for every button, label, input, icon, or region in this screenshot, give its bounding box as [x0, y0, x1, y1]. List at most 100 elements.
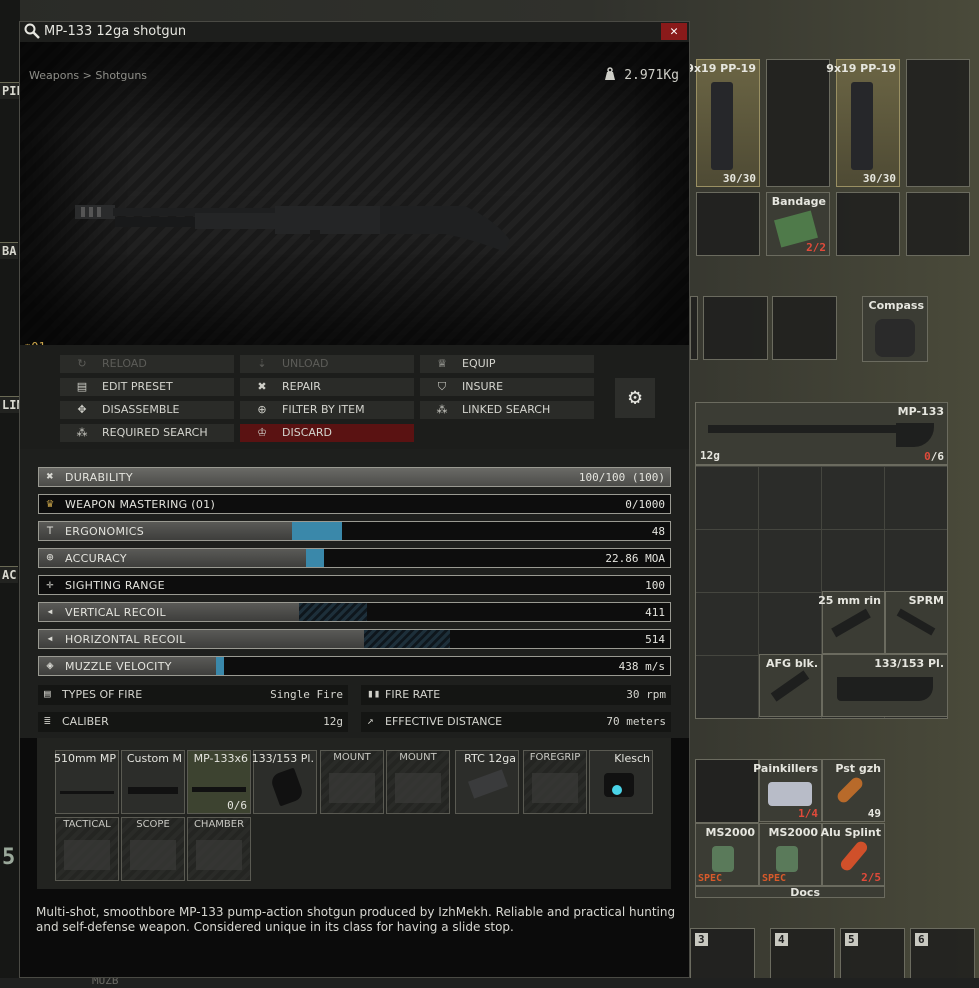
mod-slot-magazine[interactable]: MP-133x6 0/6 — [187, 750, 251, 814]
mod-slots-panel: 510mm MP Custom M MP-133x6 0/6 133/153 P… — [37, 738, 671, 889]
item-name: Compass — [868, 299, 924, 312]
rig-item[interactable]: 133/153 Pl. — [822, 654, 948, 717]
close-button[interactable]: ✕ — [661, 23, 687, 40]
disassemble-button[interactable]: ✥ DISASSEMBLE — [60, 401, 234, 419]
item-count: 49 — [867, 807, 881, 820]
mod-name: MOUNT — [333, 752, 371, 763]
stat-label: VERTICAL RECOIL — [65, 606, 166, 619]
mod-slot-mount[interactable]: MOUNT — [386, 750, 450, 814]
magazine-item[interactable]: 9x19 PP-19 30/30 — [826, 59, 900, 187]
mod-slot-forend[interactable]: Custom M — [121, 750, 185, 814]
prop-caliber: ≣ CALIBER 12g — [38, 712, 348, 732]
inventory-cell[interactable] — [906, 59, 970, 187]
action-label: REQUIRED SEARCH — [102, 426, 208, 439]
mod-name: MOUNT — [399, 752, 437, 763]
modding-button[interactable]: ⚙ — [615, 378, 655, 418]
mod-slot-mount[interactable]: MOUNT — [320, 750, 384, 814]
crosshair-icon: ⊕ — [46, 550, 54, 564]
repair-button[interactable]: ✖ REPAIR — [240, 378, 414, 396]
item-name: Docs — [790, 886, 820, 898]
inventory-cell[interactable] — [766, 59, 830, 187]
unload-button[interactable]: ⇣ UNLOAD — [240, 355, 414, 373]
item-shape — [831, 608, 871, 638]
discard-icon: ♔ — [257, 426, 267, 439]
item-name: MP-133 — [897, 405, 944, 418]
shield-icon: ⛉ — [437, 380, 447, 393]
flashlight-lens — [612, 785, 622, 795]
stat-bonus-bar — [216, 657, 224, 675]
mod-name: 133/153 Pl. — [251, 752, 314, 765]
mod-slot-muzzle[interactable]: RTC 12ga — [455, 750, 519, 814]
inventory-cell[interactable] — [772, 296, 837, 360]
action-label: DISCARD — [282, 426, 333, 439]
inventory-cell[interactable] — [696, 192, 760, 256]
mod-name: TACTICAL — [63, 819, 111, 830]
inventory-cell[interactable] — [695, 759, 759, 823]
bg-tag: AC — [0, 566, 19, 583]
mod-name: CHAMBER — [193, 819, 245, 830]
stat-value: 514 — [645, 633, 665, 646]
pocket-item[interactable]: Painkillers 1/4 — [753, 759, 822, 822]
mod-name: 510mm MP — [53, 752, 116, 765]
mod-slot-flashlight[interactable]: Klesch — [589, 750, 653, 814]
stat-accuracy: ⊕ ACCURACY 22.86 MOA — [38, 548, 671, 568]
mount-placeholder-shape — [329, 773, 375, 803]
rig-item[interactable]: AFG blk. — [759, 654, 822, 717]
pocket-item[interactable]: Pst gzh 49 — [822, 759, 885, 822]
pocket-item[interactable]: Alu Splint 2/5 — [821, 823, 885, 886]
pocket-item[interactable]: Docs — [695, 886, 885, 898]
compass-item[interactable]: Compass — [862, 296, 928, 362]
linked-search-button[interactable]: ⁂ LINKED SEARCH — [420, 401, 594, 419]
required-search-button[interactable]: ⁂ REQUIRED SEARCH — [60, 424, 234, 442]
mod-slot-chamber[interactable]: CHAMBER — [187, 817, 251, 881]
item-name: 9x19 PP-19 — [826, 62, 896, 75]
item-count: 2/5 — [861, 871, 881, 884]
inventory-cell[interactable] — [703, 296, 768, 360]
inventory-cell[interactable] — [690, 296, 698, 360]
weapon-preview[interactable]: Weapons > Shotguns 2.971Kg ♛01 — [20, 42, 689, 354]
item-name: MS2000 — [768, 826, 818, 839]
rig-item[interactable]: SPRM — [885, 591, 948, 654]
prop-label: FIRE RATE — [385, 688, 441, 701]
stat-durability: ✖ DURABILITY 100/100 (100) — [38, 467, 671, 487]
inventory-cell[interactable] — [836, 192, 900, 256]
inventory-cell[interactable] — [906, 192, 970, 256]
equip-button[interactable]: ♕ EQUIP — [420, 355, 594, 373]
mod-slot-tactical[interactable]: TACTICAL — [55, 817, 119, 881]
action-label: INSURE — [462, 380, 504, 393]
disassemble-icon: ✥ — [77, 403, 87, 416]
magazine-item[interactable]: 9x19 PP-19 30/30 — [686, 59, 760, 187]
ergonomics-icon: ⊤ — [46, 523, 54, 537]
mod-name: RTC 12ga — [464, 752, 516, 765]
rig-item[interactable]: 25 mm rin — [818, 591, 885, 654]
prop-value: 30 rpm — [626, 688, 666, 701]
slot-number: 6 — [915, 933, 928, 946]
reload-button[interactable]: ↻ RELOAD — [60, 355, 234, 373]
title-bar[interactable]: MP-133 12ga shotgun ✕ — [20, 22, 689, 43]
scope-placeholder-shape — [130, 840, 176, 870]
chamber-placeholder-shape — [196, 840, 242, 870]
edit-preset-button[interactable]: ▤ EDIT PRESET — [60, 378, 234, 396]
mod-slot-barrel[interactable]: 510mm MP — [53, 750, 119, 814]
item-inspect-window[interactable]: MP-133 12ga shotgun ✕ Weapons > Shotguns… — [19, 21, 690, 978]
wrench-icon: ✖ — [257, 380, 267, 393]
item-name: Painkillers — [753, 762, 818, 775]
bandage-item[interactable]: Bandage 2/2 — [766, 192, 830, 256]
weapon-item[interactable]: MP-133 12g 0/6 — [695, 402, 948, 465]
mod-count: 0/6 — [227, 799, 247, 812]
item-name: AFG blk. — [765, 657, 818, 670]
pocket-item[interactable]: MS2000 SPEC — [759, 823, 822, 886]
recoil-icon: ◂ — [46, 604, 54, 618]
action-label: RELOAD — [102, 357, 147, 370]
filter-by-item-button[interactable]: ⊕ FILTER BY ITEM — [240, 401, 414, 419]
mod-slot-scope[interactable]: SCOPE — [121, 817, 185, 881]
mod-slot-grip[interactable]: 133/153 Pl. — [251, 750, 317, 814]
insure-button[interactable]: ⛉ INSURE — [420, 378, 594, 396]
pocket-item[interactable]: MS2000 SPEC — [695, 823, 759, 886]
action-panel: ↻ RELOAD ⇣ UNLOAD ♕ EQUIP ▤ EDIT PRESET ✖ REP… — [20, 345, 689, 449]
mod-slot-foregrip[interactable]: FOREGRIP — [523, 750, 587, 814]
stat-label: HORIZONTAL RECOIL — [65, 633, 186, 646]
bg-tag: BA — [0, 242, 19, 259]
discard-button[interactable]: ♔ DISCARD — [240, 424, 414, 442]
prop-value: 12g — [323, 715, 343, 728]
